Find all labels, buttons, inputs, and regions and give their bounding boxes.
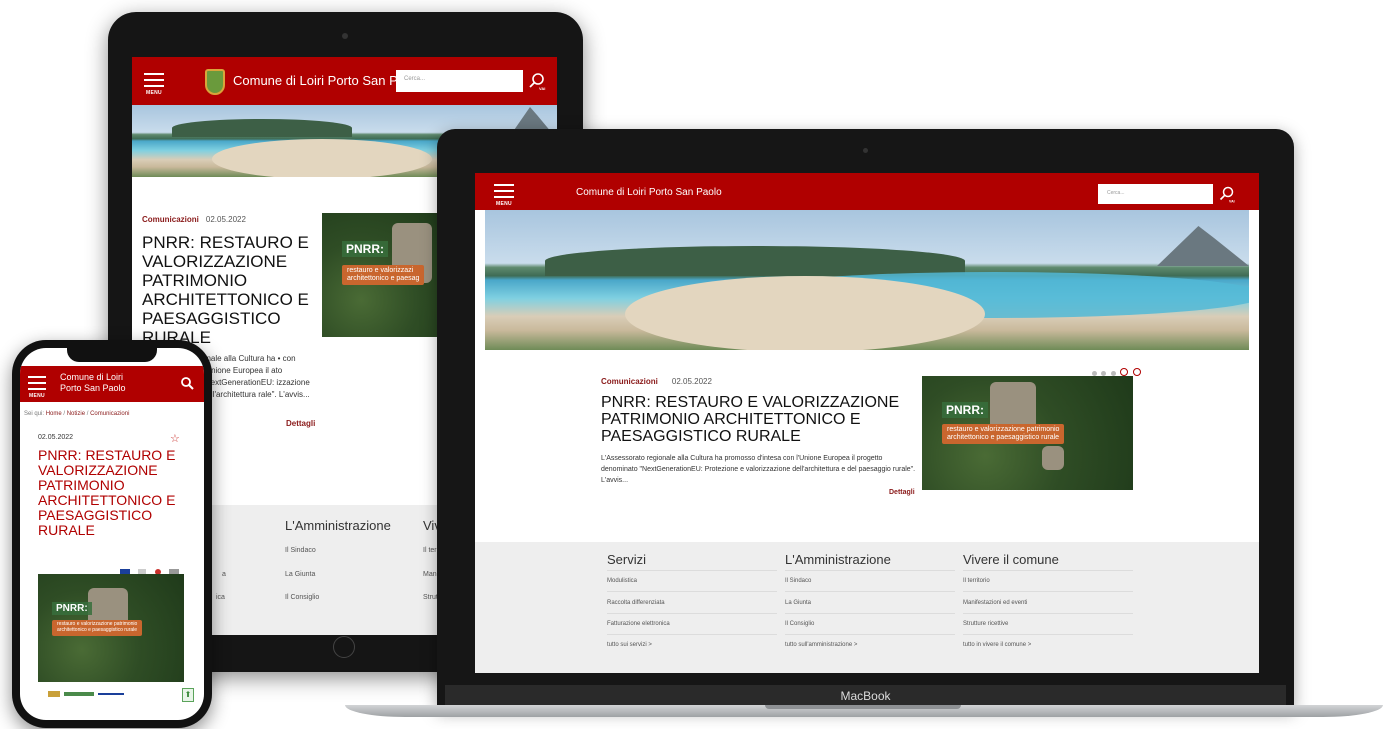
- article-meta: Comunicazioni 02.05.2022: [142, 215, 246, 224]
- site-title[interactable]: Comune di Loiri Porto San Paolo: [233, 73, 422, 88]
- article-excerpt: onale alla Cultura ha • con l'Unione Eur…: [202, 354, 310, 399]
- article-image[interactable]: PNRR: restauro e valorizzazione patrimon…: [922, 376, 1133, 490]
- hero-image: [485, 210, 1249, 350]
- star-icon[interactable]: ☆: [170, 432, 180, 445]
- carousel-prev-icon[interactable]: [1120, 368, 1129, 376]
- hamburger-icon: [144, 73, 164, 75]
- tablet-camera: [342, 33, 348, 39]
- article-excerpt: L'Assessorato regionale alla Cultura ha …: [601, 455, 916, 484]
- laptop-screen: MENU Comune di Loiri Porto San Paolo Cer…: [475, 173, 1259, 673]
- search-input[interactable]: Cerca...: [396, 70, 523, 92]
- hamburger-icon: [28, 376, 46, 378]
- arrow-up-icon[interactable]: ⬆: [182, 688, 194, 702]
- article-date: 02.05.2022: [205, 215, 246, 224]
- details-link[interactable]: Dettagli: [889, 489, 915, 496]
- breadcrumb-comunicazioni[interactable]: Comunicazioni: [90, 411, 129, 417]
- breadcrumb-home[interactable]: Home: [46, 411, 62, 417]
- phone-header: MENU Comune di Loiri Porto San Paolo: [20, 366, 204, 402]
- article-date: 02.05.2022: [671, 377, 712, 386]
- crest-icon: [205, 69, 225, 95]
- svg-text:VAI: VAI: [1229, 200, 1235, 204]
- carousel-next-icon[interactable]: [1132, 368, 1141, 376]
- site-title[interactable]: Comune di Loiri Porto San Paolo: [60, 372, 150, 394]
- laptop-brand-label: MacBook: [840, 689, 891, 703]
- menu-button[interactable]: MENU: [28, 374, 46, 399]
- laptop-device: MENU Comune di Loiri Porto San Paolo Cer…: [437, 129, 1294, 709]
- search-icon[interactable]: VAI: [1217, 184, 1237, 204]
- breadcrumb: Sei qui: Home / Notizie / Comunicazioni: [24, 411, 130, 417]
- menu-button[interactable]: MENU: [494, 182, 514, 207]
- phone-screen: MENU Comune di Loiri Porto San Paolo Sei…: [20, 348, 204, 720]
- tablet-home-button: [333, 636, 355, 658]
- article-image[interactable]: PNRR: restauro e valorizzazione patrimon…: [38, 574, 184, 682]
- category-link[interactable]: Comunicazioni: [142, 215, 199, 224]
- details-link[interactable]: Dettagli: [286, 419, 315, 428]
- search-icon[interactable]: VAI: [526, 70, 548, 92]
- breadcrumb-notizie[interactable]: Notizie: [67, 411, 85, 417]
- article-date: 02.05.2022: [38, 434, 74, 441]
- article-image[interactable]: PNRR: restauro e valorizzazi architetton…: [322, 213, 452, 337]
- regione-logo: [48, 691, 124, 697]
- menu-button[interactable]: MENU: [144, 71, 164, 96]
- article-meta: Comunicazioni 02.05.2022: [601, 377, 712, 386]
- laptop-base: [345, 705, 1383, 717]
- phone-device: MENU Comune di Loiri Porto San Paolo Sei…: [12, 340, 212, 728]
- footer: Servizi L'Amministrazione Vivere il comu…: [475, 542, 1259, 673]
- phone-notch: [67, 348, 157, 362]
- search-input[interactable]: Cerca...: [1098, 184, 1213, 204]
- laptop-header: MENU Comune di Loiri Porto San Paolo Cer…: [475, 173, 1259, 210]
- search-icon[interactable]: [180, 376, 194, 390]
- article-title: PNRR: RESTAURO E VALORIZZAZIONE PATRIMON…: [38, 447, 176, 538]
- article-title[interactable]: PNRR: RESTAURO E VALORIZZAZIONE PATRIMON…: [142, 233, 317, 347]
- category-link[interactable]: Comunicazioni: [601, 377, 658, 386]
- site-title[interactable]: Comune di Loiri Porto San Paolo: [576, 187, 722, 198]
- article-title[interactable]: PNRR: RESTAURO E VALORIZZAZIONE PATRIMON…: [601, 394, 921, 445]
- svg-text:VAI: VAI: [539, 86, 545, 91]
- hamburger-icon: [494, 184, 514, 186]
- laptop-camera: [863, 148, 868, 153]
- tablet-header: MENU Comune di Loiri Porto San Paolo Cer…: [132, 57, 557, 105]
